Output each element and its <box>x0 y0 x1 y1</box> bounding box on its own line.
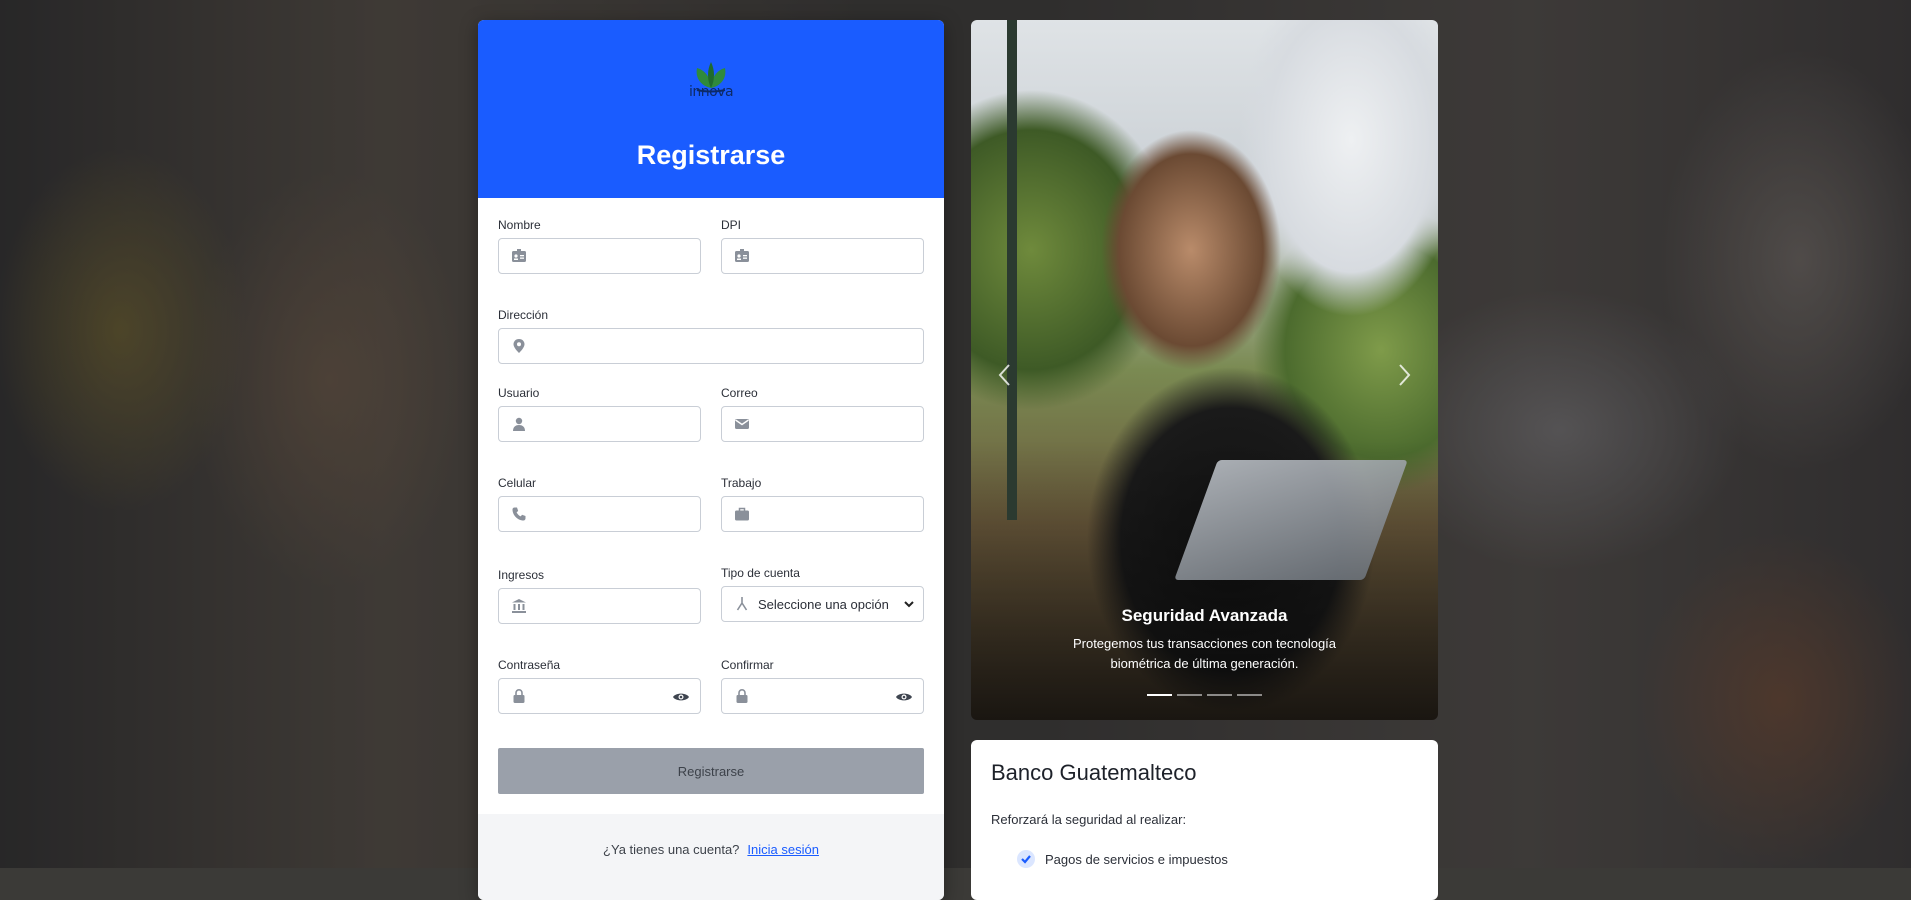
celular-field-group: Celular <box>498 476 701 532</box>
dpi-label: DPI <box>721 218 742 232</box>
ingresos-label: Ingresos <box>498 568 545 582</box>
lock-icon <box>513 688 525 703</box>
briefcase-icon <box>735 507 749 521</box>
confirmar-input[interactable] <box>721 678 924 714</box>
trabajo-label: Trabajo <box>721 476 762 490</box>
bank-title: Banco Guatemalteco <box>991 760 1197 785</box>
page-title: Registrarse <box>636 140 786 170</box>
fork-icon <box>736 597 748 611</box>
tipo-cuenta-selected: Seleccione una opción <box>758 597 889 612</box>
background-overlay <box>0 0 1911 868</box>
dpi-input[interactable] <box>721 238 924 274</box>
list-item-label: Pagos de servicios e impuestos <box>1045 851 1228 867</box>
register-card: innova Registrarse Nombre DPI Dirección … <box>478 20 944 900</box>
contrasena-field-group: Contraseña <box>498 658 701 714</box>
lamp-post <box>1007 20 1017 520</box>
register-submit-button[interactable]: Registrarse <box>498 748 924 794</box>
carousel-indicator[interactable] <box>1207 694 1232 696</box>
id-card-icon <box>512 249 526 262</box>
envelope-icon <box>735 419 749 429</box>
chevron-right-icon <box>1399 364 1411 386</box>
confirmar-field-group: Confirmar <box>721 658 924 714</box>
celular-label: Celular <box>498 476 537 490</box>
usuario-label: Usuario <box>498 386 540 400</box>
correo-field-group: Correo <box>721 386 924 442</box>
bank-lead: Reforzará la seguridad al realizar: <box>991 812 1187 827</box>
caption-title: Seguridad Avanzada <box>1121 606 1288 625</box>
tipo-cuenta-field-group: Tipo de cuenta Seleccione una opción <box>721 566 924 622</box>
eye-icon[interactable] <box>895 689 913 705</box>
eye-icon[interactable] <box>672 689 690 705</box>
contrasena-label: Contraseña <box>498 658 561 672</box>
bank-icon <box>512 599 526 613</box>
ingresos-input[interactable] <box>498 588 701 624</box>
dpi-field-group: DPI <box>721 218 924 274</box>
carousel-caption: Seguridad Avanzada Protegemos tus transa… <box>971 606 1438 674</box>
trabajo-field-group: Trabajo <box>721 476 924 532</box>
trabajo-input[interactable] <box>721 496 924 532</box>
id-card-icon <box>735 249 749 262</box>
correo-label: Correo <box>721 386 758 400</box>
register-header: innova Registrarse <box>478 20 944 198</box>
direccion-field-group: Dirección <box>498 308 924 364</box>
caption-text: Protegemos tus transacciones con tecnolo… <box>1072 636 1337 671</box>
chevron-left-icon <box>998 364 1010 386</box>
carousel-indicator[interactable] <box>1177 694 1202 696</box>
carousel-indicator[interactable] <box>1147 694 1172 696</box>
nombre-field-group: Nombre <box>498 218 701 274</box>
nombre-label: Nombre <box>498 218 541 232</box>
carousel-indicators <box>1147 694 1262 696</box>
bank-info-card: Banco Guatemalteco Reforzará la segurida… <box>971 740 1438 900</box>
correo-input[interactable] <box>721 406 924 442</box>
chevron-down-icon <box>904 601 914 608</box>
tipo-cuenta-select[interactable]: Seleccione una opción <box>721 586 924 622</box>
phone-icon <box>512 507 526 521</box>
direccion-input[interactable] <box>498 328 924 364</box>
login-line: ¿Ya tienes una cuenta? Inicia sesión <box>478 842 944 857</box>
login-footer: ¿Ya tienes una cuenta? Inicia sesión <box>478 814 944 900</box>
lock-icon <box>736 688 748 703</box>
carousel-indicator[interactable] <box>1237 694 1262 696</box>
logo-text: innova <box>688 84 734 100</box>
usuario-field-group: Usuario <box>498 386 701 442</box>
laptop-shape <box>1174 460 1408 580</box>
usuario-input[interactable] <box>498 406 701 442</box>
celular-input[interactable] <box>498 496 701 532</box>
promo-carousel: Seguridad Avanzada Protegemos tus transa… <box>971 20 1438 720</box>
nombre-input[interactable] <box>498 238 701 274</box>
login-prompt: ¿Ya tienes una cuenta? <box>603 842 740 857</box>
ingresos-field-group: Ingresos <box>498 568 701 624</box>
direccion-label: Dirección <box>498 308 549 322</box>
tipo-cuenta-label: Tipo de cuenta <box>721 566 800 580</box>
confirmar-label: Confirmar <box>721 658 774 672</box>
user-icon <box>513 417 525 431</box>
check-icon <box>1017 850 1035 868</box>
contrasena-input[interactable] <box>498 678 701 714</box>
carousel-prev-button[interactable] <box>993 360 1017 390</box>
carousel-next-button[interactable] <box>1392 360 1416 390</box>
login-link[interactable]: Inicia sesión <box>747 842 819 857</box>
list-item: Pagos de servicios e impuestos <box>1017 850 1228 868</box>
map-pin-icon <box>513 339 525 353</box>
